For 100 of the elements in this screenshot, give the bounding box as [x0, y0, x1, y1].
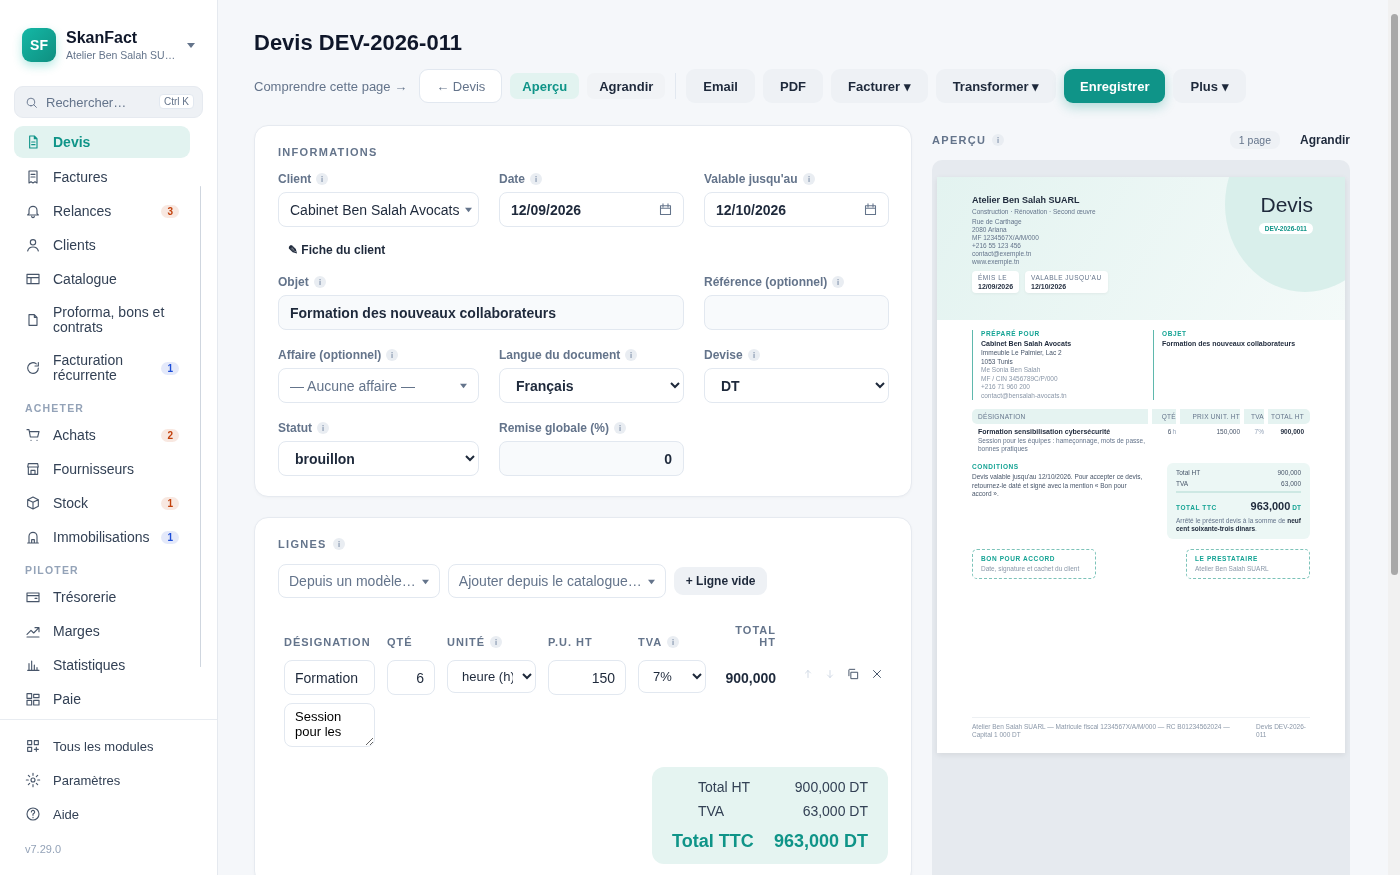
nav-item[interactable]: Trésorerie: [14, 580, 191, 614]
scrollbar[interactable]: [1388, 0, 1400, 875]
info-icon[interactable]: [386, 349, 399, 361]
toolbar-button[interactable]: Email: [686, 69, 755, 103]
page-title: Devis DEV-2026-011: [254, 30, 463, 56]
nav-item[interactable]: Marges: [14, 614, 191, 648]
info-icon[interactable]: [667, 636, 680, 648]
nav-item[interactable]: Aide: [14, 797, 209, 831]
field-label: Devise: [704, 348, 743, 362]
description-field[interactable]: Session pour les: [284, 703, 375, 747]
caret-icon: [460, 382, 467, 389]
version-label: v7.29.0: [24, 842, 63, 857]
select-field[interactable]: Cabinet Ben Salah Avocats: [278, 192, 479, 227]
wallet-icon: [25, 589, 41, 605]
toolbar-button[interactable]: Transformer ▾: [935, 69, 1057, 103]
nav-item[interactable]: Achats 2: [14, 418, 191, 452]
bell-icon: [25, 203, 41, 219]
nav-item[interactable]: Paie: [14, 682, 191, 716]
count-badge: 2: [161, 428, 180, 442]
toolbar-button[interactable]: PDF: [763, 69, 823, 103]
nav-item[interactable]: Tous les modules: [14, 729, 209, 763]
date-field[interactable]: 12/09/2026: [499, 192, 684, 227]
store-icon: [25, 461, 41, 477]
info-icon[interactable]: [832, 276, 845, 288]
count-badge: 1: [161, 530, 180, 544]
count-badge: 1: [161, 496, 180, 510]
scrollbar[interactable]: [200, 186, 201, 667]
text-field[interactable]: Formation: [284, 660, 375, 695]
info-icon[interactable]: [530, 173, 542, 185]
info-icon[interactable]: [747, 349, 760, 361]
column-header: QTÉ: [387, 636, 413, 648]
help-icon: [25, 806, 41, 822]
date-field[interactable]: 12/10/2026: [704, 192, 889, 227]
nav-item[interactable]: Immobilisations 1: [14, 520, 191, 554]
nav-item[interactable]: Proforma, bons et contrats: [14, 296, 191, 344]
building-icon: [25, 529, 41, 545]
nav-item[interactable]: Paramètres: [14, 763, 209, 797]
nav-item[interactable]: Statistiques: [14, 648, 191, 682]
document-title: Devis: [1260, 193, 1313, 217]
column-header: TVA: [638, 636, 663, 648]
number-field[interactable]: 0: [499, 441, 684, 476]
total-label: Total TTC: [672, 831, 754, 852]
field-label: Date: [499, 172, 525, 186]
info-icon[interactable]: [625, 349, 638, 361]
settings-icon: [25, 772, 41, 788]
info-icon[interactable]: [316, 173, 329, 185]
close-icon[interactable]: [870, 667, 884, 681]
nav-item[interactable]: Fournisseurs: [14, 452, 191, 486]
help-link[interactable]: Comprendre cette page →: [254, 78, 408, 94]
select-field[interactable]: Ajouter depuis le catalogue…: [447, 564, 666, 598]
caret-icon: [421, 577, 429, 585]
number-field[interactable]: 150: [548, 660, 626, 695]
page-count-badge: 1 page: [1229, 130, 1280, 149]
info-icon[interactable]: [802, 173, 815, 185]
nav-item[interactable]: Clients: [14, 228, 191, 262]
nav-item[interactable]: Catalogue: [14, 262, 191, 296]
nav-item[interactable]: Relances 3: [14, 194, 191, 228]
field-label: Remise globale (%): [499, 421, 610, 435]
back-button[interactable]: ← Devis: [419, 69, 503, 103]
nav-item[interactable]: Facturation récurrente 1: [14, 344, 191, 392]
info-icon[interactable]: [332, 538, 345, 550]
number-field[interactable]: 6: [387, 660, 435, 695]
info-icon[interactable]: [317, 422, 329, 434]
text-field[interactable]: Formation des nouveaux collaborateurs: [278, 295, 684, 330]
field-label: Client: [278, 172, 312, 186]
client-link-button[interactable]: ✎ Fiche du client: [278, 239, 396, 261]
arrow-up-icon[interactable]: [802, 667, 814, 681]
column-header: TOTAL HT: [734, 624, 776, 648]
dropdown[interactable]: DT: [704, 368, 889, 403]
add-line-button[interactable]: + Ligne vide: [673, 567, 768, 595]
dropdown-caret-icon[interactable]: [187, 41, 195, 49]
total-label: Total HT: [697, 779, 751, 795]
dropdown[interactable]: 7%: [638, 660, 706, 693]
toolbar-button[interactable]: Plus ▾: [1173, 69, 1246, 103]
total-label: TVA: [697, 803, 725, 819]
info-icon[interactable]: [992, 133, 1005, 146]
info-icon[interactable]: [614, 422, 627, 434]
dropdown[interactable]: brouillon: [278, 441, 479, 476]
nav-item[interactable]: Stock 1: [14, 486, 191, 520]
section-title: INFORMATIONS: [278, 146, 378, 158]
nav-item[interactable]: Factures: [14, 160, 191, 194]
copy-icon[interactable]: [846, 667, 860, 681]
column-header: UNITÉ: [447, 636, 485, 648]
info-icon[interactable]: [313, 276, 326, 288]
column-header: P.U. HT: [548, 636, 593, 648]
text-field[interactable]: [704, 295, 889, 330]
toolbar-button[interactable]: Facturer ▾: [831, 69, 928, 103]
total-value: 900,000 DT: [794, 779, 868, 795]
line-total: 900,000: [724, 669, 776, 686]
select-field[interactable]: — Aucune affaire —: [278, 368, 479, 403]
calendar-icon: [863, 202, 878, 217]
save-button[interactable]: Enregistrer: [1064, 69, 1166, 103]
toggle-button[interactable]: Agrandir: [587, 73, 666, 99]
table-icon: [25, 271, 41, 287]
info-icon[interactable]: [490, 636, 502, 648]
arrow-down-icon[interactable]: [824, 667, 836, 681]
expand-button[interactable]: Agrandir: [1300, 132, 1350, 147]
select-field[interactable]: Depuis un modèle…: [278, 564, 440, 598]
refresh-icon: [25, 360, 41, 376]
dropdown[interactable]: Français: [499, 368, 684, 403]
